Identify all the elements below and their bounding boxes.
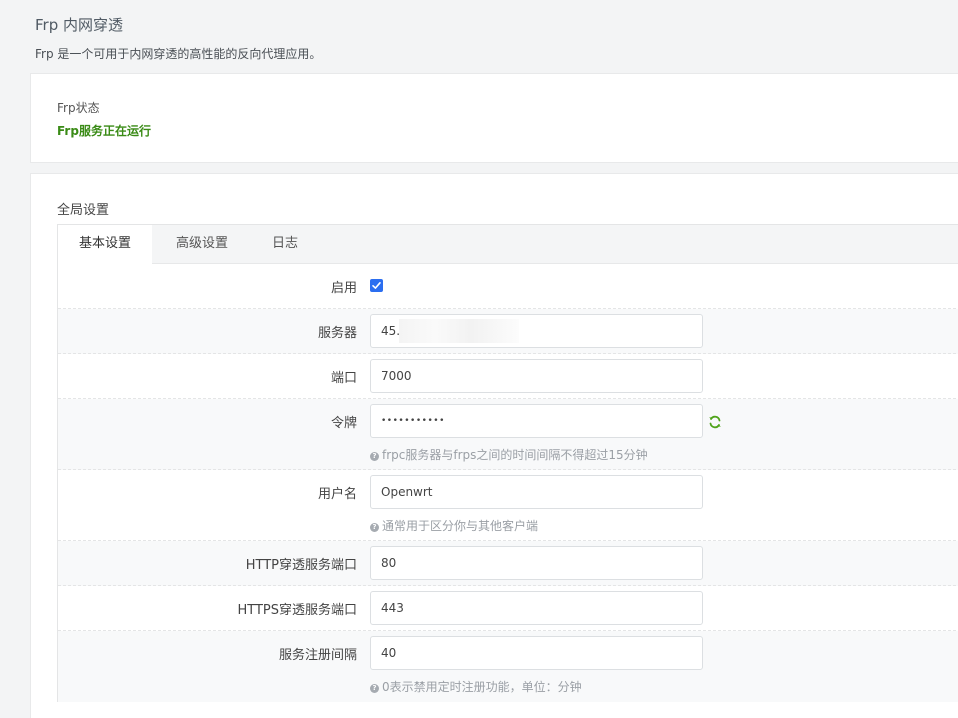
register-interval-help-text: 0表示禁用定时注册功能，单位：分钟 — [382, 680, 582, 694]
enable-label: 启用 — [330, 281, 357, 296]
tab-basic-settings[interactable]: 基本设置 — [58, 225, 152, 264]
username-help: ? 通常用于区分你与其他客户端 — [370, 517, 538, 534]
form-row-https-port: HTTPS穿透服务端口 443 — [58, 586, 958, 631]
token-label: 令牌 — [330, 416, 357, 431]
server-value: 45. — [381, 324, 401, 338]
port-input[interactable]: 7000 — [370, 359, 703, 393]
form-row-register-interval: 服务注册间隔 40 ? 0表示禁用定时注册功能，单位：分钟 — [58, 631, 958, 702]
status-card: Frp状态 Frp服务正在运行 — [30, 73, 958, 163]
form-row-port: 端口 7000 — [58, 354, 958, 399]
redacted-region — [399, 319, 519, 343]
page-title: Frp 内网穿透 — [35, 16, 123, 34]
form-row-enable: 启用 — [58, 264, 958, 309]
status-value: Frp服务正在运行 — [57, 124, 151, 138]
tab-bar: 基本设置 高级设置 日志 — [58, 225, 958, 264]
form-row-token: 令牌 ••••••••••• ? frpc服务器与frps之间的时间间隔不得超过1… — [58, 399, 958, 470]
https-port-input[interactable]: 443 — [370, 591, 703, 625]
global-settings-card: 全局设置 基本设置 高级设置 日志 启用 服务器 45. 端口 7000 令牌 … — [30, 173, 958, 718]
check-icon — [372, 282, 381, 289]
username-label: 用户名 — [317, 487, 357, 502]
form-row-http-port: HTTP穿透服务端口 80 — [58, 541, 958, 586]
tab-advanced-settings[interactable]: 高级设置 — [152, 225, 252, 264]
server-label: 服务器 — [317, 326, 357, 341]
question-circle-icon: ? — [370, 684, 379, 693]
register-interval-input[interactable]: 40 — [370, 636, 703, 670]
page: Frp 内网穿透 Frp 是一个可用于内网穿透的高性能的反向代理应用。 Frp状… — [0, 0, 958, 718]
register-interval-label: 服务注册间隔 — [278, 648, 357, 663]
refresh-reveal-icon[interactable] — [708, 414, 722, 429]
token-help: ? frpc服务器与frps之间的时间间隔不得超过15分钟 — [370, 446, 648, 463]
http-port-label: HTTP穿透服务端口 — [245, 558, 357, 573]
form-row-server: 服务器 45. — [58, 309, 958, 354]
status-label: Frp状态 — [57, 101, 100, 115]
tab-log[interactable]: 日志 — [252, 225, 318, 264]
http-port-input[interactable]: 80 — [370, 546, 703, 580]
port-label: 端口 — [330, 371, 357, 386]
username-help-text: 通常用于区分你与其他客户端 — [382, 519, 539, 533]
settings-title: 全局设置 — [57, 203, 110, 218]
register-interval-help: ? 0表示禁用定时注册功能，单位：分钟 — [370, 678, 582, 695]
token-input[interactable]: ••••••••••• — [370, 404, 703, 438]
question-circle-icon: ? — [370, 452, 379, 461]
form-row-username: 用户名 Openwrt ? 通常用于区分你与其他客户端 — [58, 470, 958, 541]
enable-checkbox[interactable] — [370, 279, 383, 292]
token-help-text: frpc服务器与frps之间的时间间隔不得超过15分钟 — [382, 448, 648, 462]
settings-tabs-panel: 基本设置 高级设置 日志 启用 服务器 45. 端口 7000 令牌 •••••… — [57, 224, 958, 702]
server-input[interactable]: 45. — [370, 314, 703, 348]
username-input[interactable]: Openwrt — [370, 475, 703, 509]
https-port-label: HTTPS穿透服务端口 — [237, 603, 357, 618]
page-description: Frp 是一个可用于内网穿透的高性能的反向代理应用。 — [35, 47, 322, 61]
question-circle-icon: ? — [370, 523, 379, 532]
